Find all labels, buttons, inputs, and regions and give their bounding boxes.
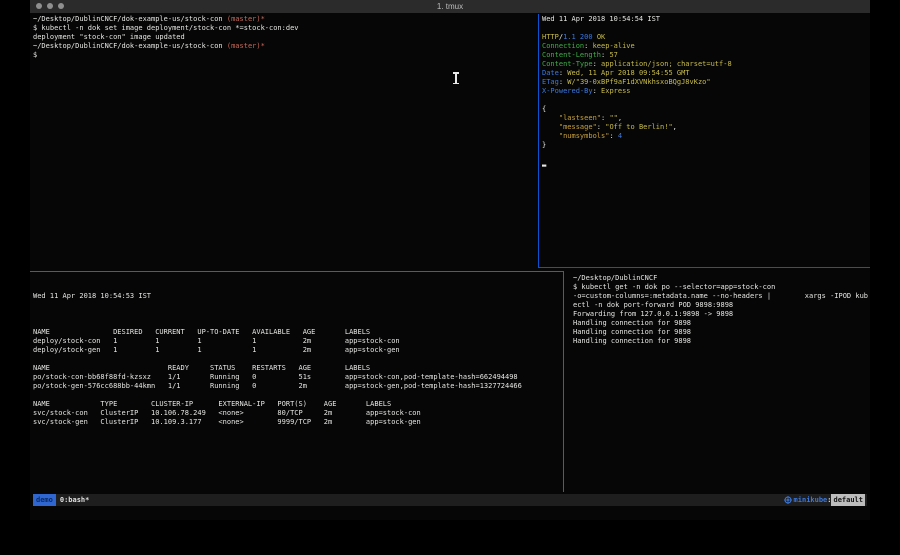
pane-top-left-shell[interactable]: ~/Desktop/DublinCNCF/dok-example-us/stoc… <box>33 15 538 265</box>
window-title: 1. tmux <box>30 0 870 13</box>
window-tab-bash[interactable]: 0:bash* <box>60 496 90 504</box>
minimize-button[interactable] <box>47 3 53 9</box>
pane-bottom-left-kubectl-watch[interactable]: Wed 11 Apr 2018 10:54:53 IST NAME DESIRE… <box>33 274 562 491</box>
desktop-background: 1. tmux ~/Desktop/DublinCNCF/dok-example… <box>0 0 900 555</box>
kubectl-resources-table: NAME DESIRED CURRENT UP-TO-DATE AVAILABL… <box>33 328 562 427</box>
kube-namespace-badge: default <box>831 494 865 506</box>
kube-context-label: minikube <box>794 496 828 504</box>
terminal-window: 1. tmux ~/Desktop/DublinCNCF/dok-example… <box>30 0 870 520</box>
traffic-lights <box>36 3 64 9</box>
close-button[interactable] <box>36 3 42 9</box>
mouse-text-cursor <box>452 72 459 84</box>
pane-divider-vertical-active[interactable] <box>538 14 539 268</box>
session-name-badge[interactable]: demo <box>33 494 56 506</box>
pane-divider-horizontal-active[interactable] <box>538 267 870 268</box>
tmux-status-bar: demo 0:bash* minikube : default <box>33 494 867 506</box>
pane-bottom-right-port-forward[interactable]: ~/Desktop/DublinCNCF$ kubectl get -n dok… <box>573 274 868 491</box>
watch-timestamp: Wed 11 Apr 2018 10:54:53 IST <box>33 292 562 301</box>
zoom-button[interactable] <box>58 3 64 9</box>
pane-divider-horizontal[interactable] <box>30 271 563 272</box>
pane-top-right-http-response[interactable]: Wed 11 Apr 2018 10:54:54 IST HTTP/1.1 20… <box>542 15 867 265</box>
pane-divider-vertical[interactable] <box>563 271 564 492</box>
window-titlebar[interactable]: 1. tmux <box>30 0 870 13</box>
kubernetes-wheel-icon <box>784 496 792 504</box>
